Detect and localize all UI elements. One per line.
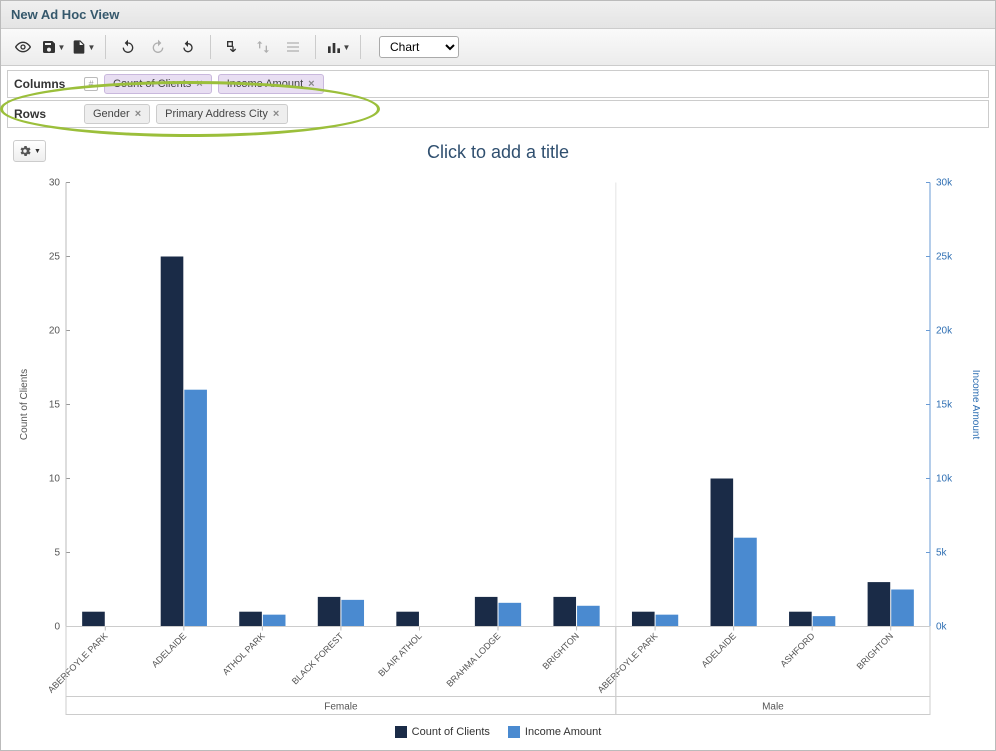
svg-text:BRIGHTON: BRIGHTON	[855, 631, 896, 672]
shelf-area: Columns # Count of Clients × Income Amou…	[1, 66, 995, 134]
measure-marker: #	[84, 77, 98, 91]
legend: Count of Clients Income Amount	[11, 720, 985, 740]
legend-swatch	[508, 726, 520, 738]
rows-shelf-label: Rows	[8, 107, 78, 121]
reset-icon	[180, 39, 196, 55]
chart-canvas[interactable]: 0 5 10 15 20 25 30 Count of Clients 0k 5k 10k 15k 20…	[11, 171, 985, 720]
rows-shelf[interactable]: Rows Gender × Primary Address City ×	[7, 100, 989, 128]
legend-swatch	[395, 726, 407, 738]
chart-title-input[interactable]: Click to add a title	[11, 142, 985, 163]
export-button[interactable]: ▼	[69, 33, 97, 61]
gear-icon	[18, 144, 32, 158]
toolbar: ▼ ▼ ▼ Chart	[1, 29, 995, 66]
save-button[interactable]: ▼	[39, 33, 67, 61]
chart-settings-button[interactable]: ▼	[13, 140, 46, 162]
svg-text:ABERFOYLE PARK: ABERFOYLE PARK	[596, 631, 660, 695]
sort-icon	[255, 39, 271, 55]
columns-shelf-label: Columns	[8, 77, 78, 91]
sort-button[interactable]	[249, 33, 277, 61]
chevron-down-icon: ▼	[343, 43, 351, 52]
mode-select[interactable]: Chart	[379, 36, 459, 58]
pivot-icon	[225, 39, 241, 55]
svg-text:Count of Clients: Count of Clients	[19, 369, 30, 440]
svg-text:BLACK FOREST: BLACK FOREST	[290, 630, 346, 686]
chart-area: ▼ Click to add a title 0 5 10 15 20 25 30 Count…	[1, 134, 995, 750]
row-chip-primary-address-city[interactable]: Primary Address City ×	[156, 104, 288, 124]
chart-type-button[interactable]: ▼	[324, 33, 352, 61]
svg-text:ASHFORD: ASHFORD	[778, 630, 817, 669]
svg-text:BRIGHTON: BRIGHTON	[540, 631, 581, 672]
svg-text:15k: 15k	[936, 400, 953, 411]
svg-text:30: 30	[49, 178, 61, 189]
redo-icon	[150, 39, 166, 55]
remove-chip-button[interactable]: ×	[308, 78, 314, 90]
columns-shelf[interactable]: Columns # Count of Clients × Income Amou…	[7, 70, 989, 98]
chart-icon	[326, 39, 342, 55]
svg-text:BRAHMA LODGE: BRAHMA LODGE	[444, 631, 502, 689]
svg-text:ABERFOYLE PARK: ABERFOYLE PARK	[46, 631, 110, 695]
options-button[interactable]	[279, 33, 307, 61]
svg-text:5k: 5k	[936, 548, 948, 559]
svg-text:15: 15	[49, 400, 61, 411]
chevron-down-icon: ▼	[88, 43, 96, 52]
svg-text:Male: Male	[762, 702, 784, 713]
legend-item-count[interactable]: Count of Clients	[395, 726, 490, 738]
svg-text:Female: Female	[324, 702, 358, 713]
svg-text:0: 0	[54, 622, 60, 633]
column-chip-income-amount[interactable]: Income Amount ×	[218, 74, 324, 94]
row-chip-gender[interactable]: Gender ×	[84, 104, 150, 124]
eye-icon	[15, 39, 31, 55]
column-chip-count-of-clients[interactable]: Count of Clients ×	[104, 74, 212, 94]
plot-container: 0 5 10 15 20 25 30 Count of Clients 0k 5k 10k 15k 20…	[11, 171, 985, 720]
svg-text:ADELAIDE: ADELAIDE	[699, 631, 738, 670]
legend-item-income[interactable]: Income Amount	[508, 726, 601, 738]
remove-chip-button[interactable]: ×	[273, 108, 279, 120]
undo-button[interactable]	[114, 33, 142, 61]
svg-text:BLAIR ATHOL: BLAIR ATHOL	[376, 631, 424, 679]
svg-text:10k: 10k	[936, 474, 953, 485]
remove-chip-button[interactable]: ×	[135, 108, 141, 120]
reset-button[interactable]	[174, 33, 202, 61]
preview-button[interactable]	[9, 33, 37, 61]
chevron-down-icon: ▼	[34, 148, 41, 155]
save-icon	[41, 39, 57, 55]
svg-text:25k: 25k	[936, 252, 953, 263]
svg-text:0k: 0k	[936, 622, 948, 633]
svg-text:20k: 20k	[936, 326, 953, 337]
remove-chip-button[interactable]: ×	[196, 78, 202, 90]
window-title: New Ad Hoc View	[1, 1, 995, 29]
pivot-button[interactable]	[219, 33, 247, 61]
svg-text:10: 10	[49, 474, 61, 485]
undo-icon	[120, 39, 136, 55]
mode-select-wrapper: Chart	[379, 36, 459, 58]
svg-text:30k: 30k	[936, 178, 953, 189]
svg-text:ADELAIDE: ADELAIDE	[150, 631, 189, 670]
export-icon	[71, 39, 87, 55]
chevron-down-icon: ▼	[58, 43, 66, 52]
svg-text:Income Amount: Income Amount	[970, 370, 981, 440]
svg-text:25: 25	[49, 252, 61, 263]
svg-text:20: 20	[49, 326, 61, 337]
redo-button[interactable]	[144, 33, 172, 61]
svg-text:ATHOL PARK: ATHOL PARK	[221, 631, 267, 677]
list-icon	[285, 39, 301, 55]
svg-text:5: 5	[54, 548, 60, 559]
